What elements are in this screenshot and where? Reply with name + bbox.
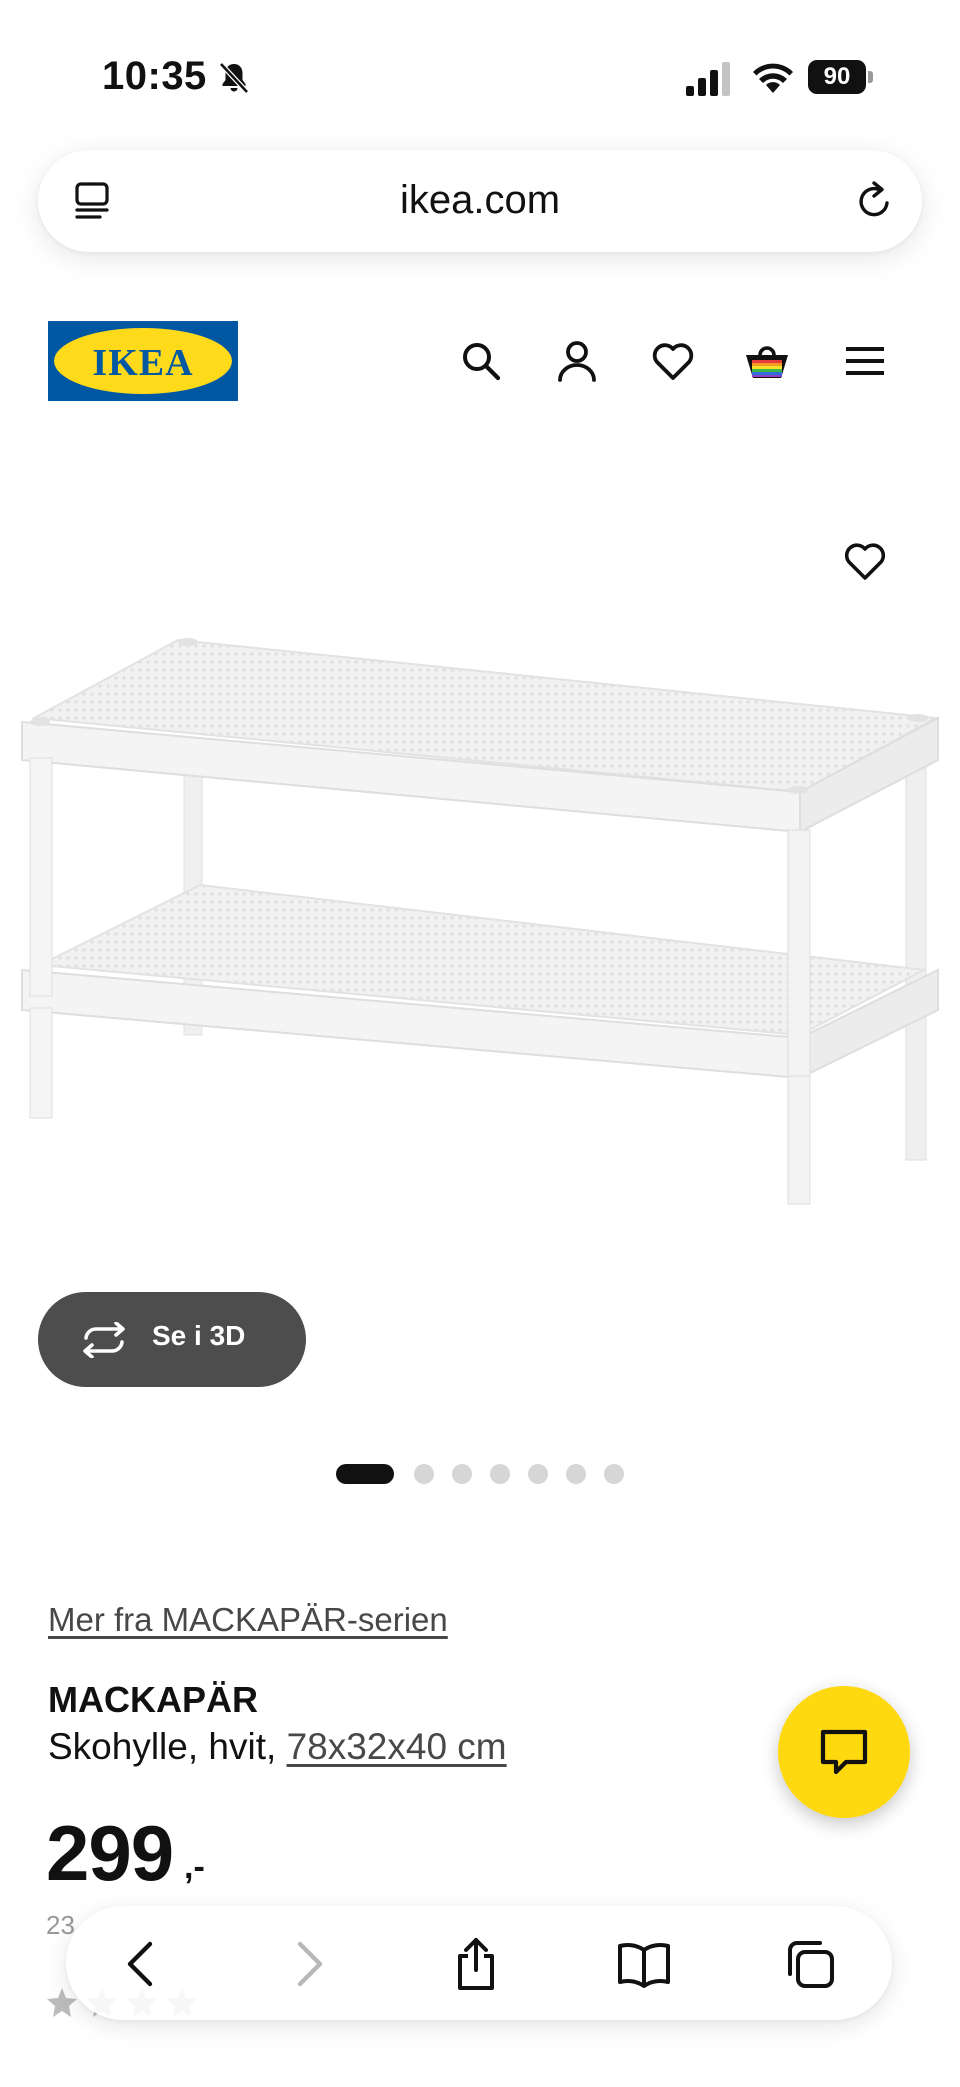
carousel-dot[interactable] [336, 1464, 394, 1484]
carousel-dot[interactable] [528, 1464, 548, 1484]
rotate-3d-icon [83, 1322, 125, 1358]
battery-cap [868, 71, 873, 83]
chat-button[interactable] [778, 1686, 910, 1818]
ikea-logo[interactable]: IKEA [48, 321, 238, 401]
account-icon[interactable] [554, 338, 600, 384]
status-bar: 10:35 90 [0, 0, 960, 150]
product-dimensions-link[interactable]: 78x32x40 cm [287, 1726, 507, 1767]
logo-wordmark: IKEA [92, 342, 194, 384]
url-text[interactable]: ikea.com [38, 178, 922, 223]
heart-icon[interactable] [842, 538, 888, 584]
price-integer: 299 [46, 1809, 174, 1897]
product-name: MACKAPÄR [48, 1679, 258, 1720]
shopping-bag-icon[interactable] [744, 338, 790, 384]
carousel-dot[interactable] [452, 1464, 472, 1484]
tabs-icon[interactable] [782, 1936, 838, 1992]
menu-icon[interactable] [842, 338, 888, 384]
forward-icon[interactable] [280, 1936, 336, 1992]
search-icon[interactable] [458, 338, 504, 384]
chat-bubble-icon [820, 1729, 868, 1775]
product-type: Skohylle, hvit, [48, 1726, 277, 1767]
price-suffix: ,- [184, 1848, 205, 1886]
battery-icon: 90 [808, 60, 874, 94]
reload-icon[interactable] [854, 180, 896, 222]
favorites-icon[interactable] [650, 338, 696, 384]
bookmarks-icon[interactable] [616, 1936, 672, 1992]
product-image[interactable] [0, 610, 960, 1290]
partially-hidden-text: 23 [46, 1910, 75, 1940]
view-3d-button[interactable]: Se i 3D [38, 1292, 306, 1387]
cellular-signal-icon [686, 62, 730, 96]
wifi-icon [753, 63, 793, 93]
back-icon[interactable] [114, 1936, 170, 1992]
view-3d-label: Se i 3D [152, 1320, 246, 1351]
carousel-dot[interactable] [414, 1464, 434, 1484]
series-link[interactable]: Mer fra MACKAPÄR-serien [48, 1601, 448, 1639]
bell-slash-icon [219, 62, 249, 94]
address-bar[interactable]: ikea.com [38, 150, 922, 252]
carousel-dot[interactable] [604, 1464, 624, 1484]
status-time: 10:35 [102, 54, 207, 98]
battery-level: 90 [808, 60, 866, 94]
carousel-dot[interactable] [566, 1464, 586, 1484]
carousel-dot[interactable] [490, 1464, 510, 1484]
browser-toolbar [66, 1906, 892, 2020]
product-description: Skohylle, hvit, 78x32x40 cm [48, 1726, 507, 1768]
share-icon[interactable] [448, 1936, 504, 1992]
